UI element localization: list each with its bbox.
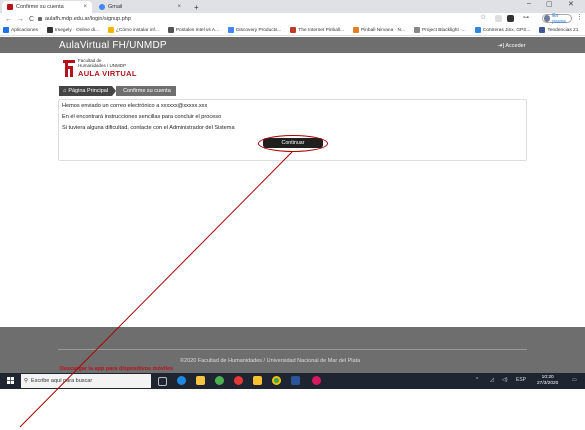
annotation-line: [19, 151, 293, 428]
